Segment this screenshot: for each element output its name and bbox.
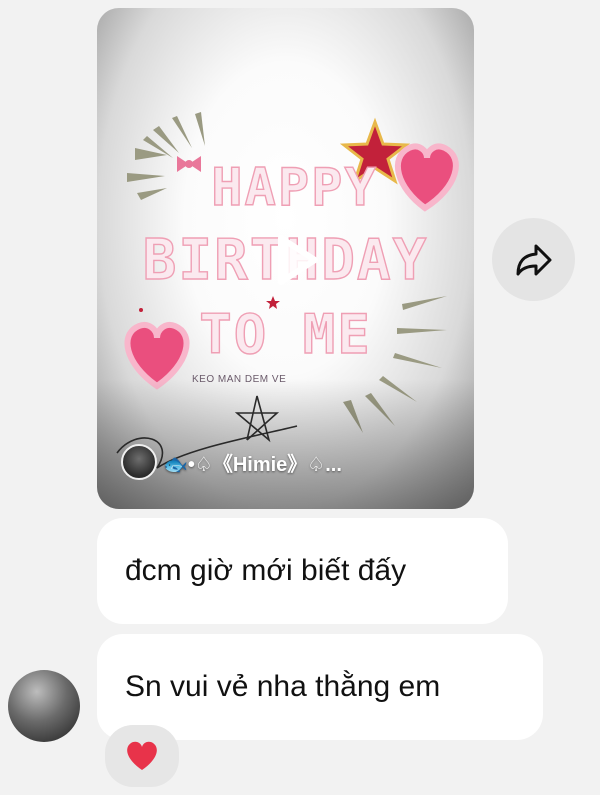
play-icon[interactable] <box>267 230 323 290</box>
channel-name[interactable]: 🐟•♤《Himie》♤... <box>163 448 342 477</box>
heart-reaction-icon <box>127 741 157 770</box>
video-channel-row[interactable]: 🐟•♤《Himie》♤... <box>121 442 461 482</box>
message-bubble[interactable]: đcm giờ mới biết đấy <box>97 518 508 624</box>
share-button[interactable] <box>492 218 575 301</box>
reaction-badge[interactable] <box>105 725 179 787</box>
channel-avatar[interactable] <box>121 444 157 480</box>
video-message-card[interactable]: HAPPY BIRTHDAY TO ME KEO MAN DEM VE 🐟•♤《… <box>97 8 474 509</box>
share-arrow-icon <box>516 244 551 275</box>
video-caption: KEO MAN DEM VE <box>192 374 287 385</box>
birthday-text-line-3: TO ME <box>199 302 372 366</box>
message-text: đcm giờ mới biết đấy <box>125 554 407 587</box>
birthday-text-line-1: HAPPY <box>211 157 378 218</box>
message-bubble[interactable]: Sn vui vẻ nha thằng em <box>97 634 543 740</box>
message-text: Sn vui vẻ nha thằng em <box>125 670 441 703</box>
sender-avatar[interactable] <box>8 670 80 742</box>
